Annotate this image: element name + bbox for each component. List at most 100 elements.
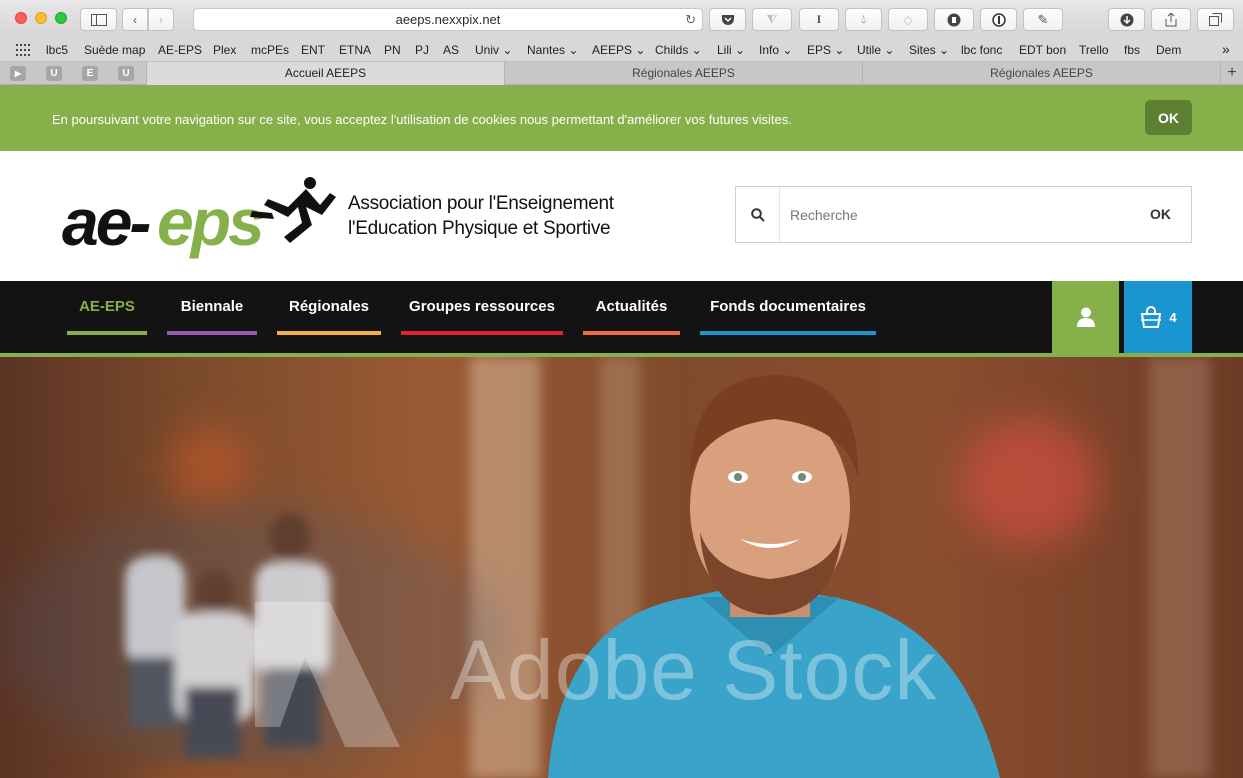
pinned-tab-youtube[interactable]: ▶: [10, 66, 26, 81]
nav-underline: [401, 331, 563, 335]
instapaper-button[interactable]: I: [799, 8, 839, 31]
grid-icon[interactable]: [16, 44, 30, 56]
nav-item-regionales[interactable]: Régionales: [277, 281, 381, 353]
ghost-icon: ◇: [903, 12, 913, 27]
bookmark-item[interactable]: AE-EPS: [158, 43, 202, 57]
bookmark-folder[interactable]: EPS ⌄: [807, 43, 844, 57]
bookmark-item[interactable]: lbc5: [46, 43, 68, 57]
tabs-icon: [1209, 13, 1222, 26]
ghostery-button[interactable]: ◇: [888, 8, 928, 31]
reload-icon[interactable]: ↻: [685, 9, 696, 30]
rss-button[interactable]: ⧨: [752, 8, 792, 31]
nav-item-ae-eps[interactable]: AE-EPS: [67, 281, 147, 353]
bookmark-folder[interactable]: Childs ⌄: [655, 43, 702, 57]
search-icon[interactable]: [736, 187, 780, 242]
tab-label: Régionales AEEPS: [632, 66, 735, 80]
bookmark-folder[interactable]: Nantes ⌄: [527, 43, 578, 57]
bookmark-folder[interactable]: Sites ⌄: [909, 43, 949, 57]
search-ok-button[interactable]: OK: [1150, 206, 1171, 222]
nav-item-fonds-documentaires[interactable]: Fonds documentaires: [700, 281, 876, 353]
tab-regionales-1[interactable]: Régionales AEEPS: [504, 62, 862, 85]
user-account-button[interactable]: [1052, 281, 1119, 353]
cart-count-badge: 4: [1169, 309, 1177, 325]
bookmark-folder[interactable]: Info ⌄: [759, 43, 792, 57]
cart-button[interactable]: 4: [1124, 281, 1192, 353]
chevron-right-icon: ›: [159, 12, 163, 27]
bookmark-item[interactable]: ENT: [301, 43, 325, 57]
ae-eps-logo: ae- eps: [62, 177, 336, 259]
stock-watermark: Adobe Stock: [450, 623, 938, 717]
nav-label: Fonds documentaires: [710, 298, 866, 315]
drop-icon: 💧︎: [861, 12, 866, 26]
tab-overview-button[interactable]: [1197, 8, 1234, 31]
hero-image: Adobe Stock: [0, 357, 1243, 778]
bookmark-folder[interactable]: Univ ⌄: [475, 43, 512, 57]
bookmark-folder[interactable]: AEEPS ⌄: [592, 43, 645, 57]
bookmarks-overflow-icon[interactable]: »: [1222, 41, 1230, 57]
bookmark-item[interactable]: EDT bon: [1019, 43, 1066, 57]
logo-eps: eps: [157, 185, 263, 259]
bookmark-item[interactable]: PN: [384, 43, 401, 57]
bookmark-item[interactable]: Trello: [1079, 43, 1109, 57]
chevron-left-icon: ‹: [133, 12, 137, 27]
main-nav: AE-EPS Biennale Régionales Groupes resso…: [0, 281, 1243, 353]
instapaper-icon: I: [816, 12, 822, 26]
tab-regionales-2[interactable]: Régionales AEEPS: [862, 62, 1220, 85]
new-tab-button[interactable]: +: [1220, 62, 1243, 85]
hand-icon: [947, 13, 961, 26]
search-input[interactable]: [780, 187, 1140, 242]
nav-label: Groupes ressources: [409, 298, 555, 315]
tab-accueil[interactable]: Accueil AEEPS: [146, 62, 504, 85]
minimize-window-button[interactable]: [35, 12, 47, 24]
tab-label: Accueil AEEPS: [284, 66, 367, 80]
pinned-tab[interactable]: E: [82, 66, 98, 81]
bookmark-folder[interactable]: Utile ⌄: [857, 43, 894, 57]
pocket-button[interactable]: [709, 8, 746, 31]
browser-toolbar: ‹ › aeeps.nexxpix.net ↻ ⧨ I 💧︎ ◇ ✎: [0, 0, 1243, 38]
tab-bar: ▶ U E U Accueil AEEPS Régionales AEEPS R…: [0, 62, 1243, 85]
cookie-banner: En poursuivant votre navigation sur ce s…: [0, 85, 1243, 151]
forward-button[interactable]: ›: [148, 8, 174, 31]
back-button[interactable]: ‹: [122, 8, 148, 31]
runner-icon: [250, 177, 336, 243]
onepassword-button[interactable]: [980, 8, 1017, 31]
downloads-button[interactable]: [1108, 8, 1145, 31]
adblock-button[interactable]: [934, 8, 974, 31]
bookmark-folder[interactable]: Lili ⌄: [717, 43, 745, 57]
share-icon: [1165, 12, 1177, 26]
site-logo[interactable]: ae- eps: [62, 177, 342, 268]
bookmark-item[interactable]: fbs: [1124, 43, 1140, 57]
nav-item-groupes-ressources[interactable]: Groupes ressources: [401, 281, 563, 353]
nav-underline: [67, 331, 147, 335]
nav-item-actualites[interactable]: Actualités: [583, 281, 680, 353]
share-button[interactable]: [1151, 8, 1191, 31]
sidebar-icon: [90, 13, 107, 26]
site-tagline: Association pour l'Enseignement l'Educat…: [348, 191, 614, 241]
close-window-button[interactable]: [15, 12, 27, 24]
address-bar[interactable]: aeeps.nexxpix.net ↻: [193, 8, 703, 31]
pinned-tab[interactable]: U: [46, 66, 62, 81]
pocket-icon: [721, 14, 734, 25]
nav-underline: [277, 331, 381, 335]
nav-item-biennale[interactable]: Biennale: [167, 281, 257, 353]
cookie-ok-button[interactable]: OK: [1145, 100, 1192, 135]
bookmark-item[interactable]: Dem: [1156, 43, 1181, 57]
bookmark-item[interactable]: Plex: [213, 43, 236, 57]
bookmark-item[interactable]: AS: [443, 43, 459, 57]
bookmark-item[interactable]: Suède map: [84, 43, 145, 57]
bookmark-item[interactable]: mcPEs: [251, 43, 289, 57]
nav-underline: [700, 331, 876, 335]
ext-drop-button[interactable]: 💧︎: [845, 8, 882, 31]
evernote-button[interactable]: ✎: [1023, 8, 1063, 31]
nav-underline: [167, 331, 257, 335]
logo-ae: ae-: [62, 185, 150, 259]
zoom-window-button[interactable]: [55, 12, 67, 24]
bookmark-item[interactable]: lbc fonc: [961, 43, 1002, 57]
pinned-tab[interactable]: U: [118, 66, 134, 81]
sidebar-toggle-button[interactable]: [80, 8, 117, 31]
url-text: aeeps.nexxpix.net: [395, 12, 501, 27]
nav-label: Actualités: [595, 298, 668, 315]
bookmark-item[interactable]: ETNA: [339, 43, 371, 57]
bookmark-item[interactable]: PJ: [415, 43, 429, 57]
plus-icon: +: [1227, 64, 1237, 81]
